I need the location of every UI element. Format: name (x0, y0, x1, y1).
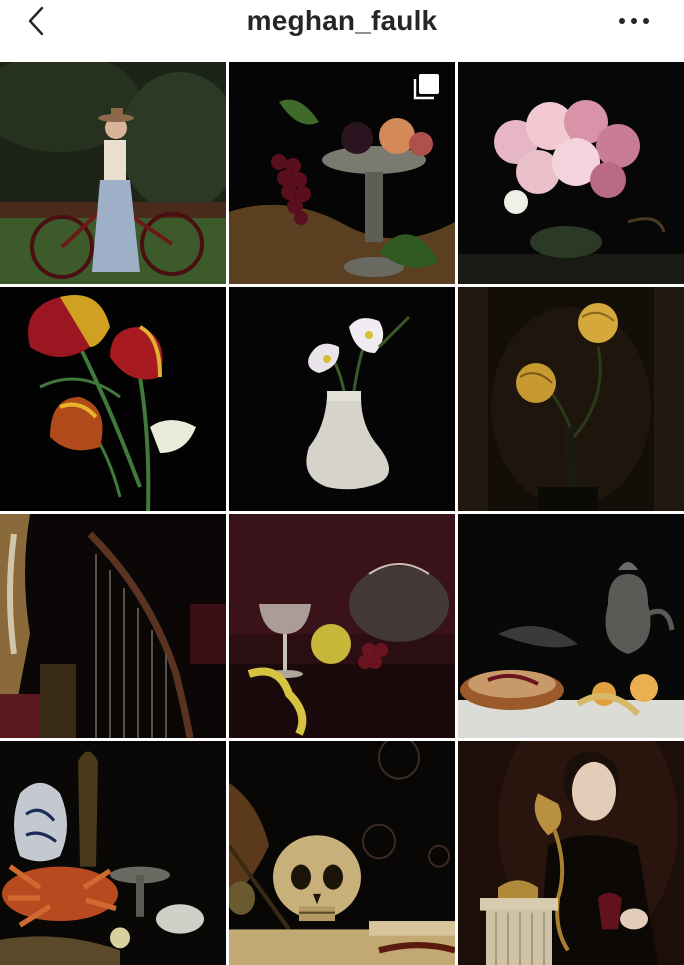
photo-crab-vase (0, 741, 226, 965)
more-horizontal-icon (619, 18, 649, 24)
post-thumbnail-white-flowers-vase[interactable] (229, 287, 455, 511)
post-thumbnail-teapot-pie[interactable] (458, 514, 684, 738)
more-options-button[interactable] (614, 10, 654, 30)
post-thumbnail-peonies[interactable] (458, 62, 684, 284)
post-thumbnail-fruit-bowl[interactable] (229, 62, 455, 284)
posts-grid (0, 62, 684, 965)
photo-skull-violin (229, 741, 455, 965)
post-thumbnail-woman-telephone[interactable] (458, 741, 684, 965)
post-thumbnail-crab-vase[interactable] (0, 741, 226, 965)
multiple-images-icon (411, 72, 441, 102)
photo-staircase (0, 514, 226, 738)
post-thumbnail-tulips[interactable] (0, 287, 226, 511)
photo-tulips (0, 287, 226, 511)
photo-woman-bicycle (0, 62, 226, 284)
post-thumbnail-wine-glass-lemon[interactable] (229, 514, 455, 738)
profile-username: meghan_faulk (246, 5, 438, 36)
photo-white-flowers-vase (229, 287, 455, 511)
post-thumbnail-staircase[interactable] (0, 514, 226, 738)
photo-woman-telephone (458, 741, 684, 965)
photo-wine-glass-lemon (229, 514, 455, 738)
photo-teapot-pie (458, 514, 684, 738)
back-button[interactable] (20, 4, 54, 38)
post-thumbnail-skull-violin[interactable] (229, 741, 455, 965)
chevron-left-icon (28, 6, 44, 36)
photo-yellow-roses (458, 287, 684, 511)
post-thumbnail-yellow-roses[interactable] (458, 287, 684, 511)
profile-header: meghan_faulk (0, 0, 684, 62)
photo-peonies (458, 62, 684, 284)
post-thumbnail-woman-bicycle[interactable] (0, 62, 226, 284)
